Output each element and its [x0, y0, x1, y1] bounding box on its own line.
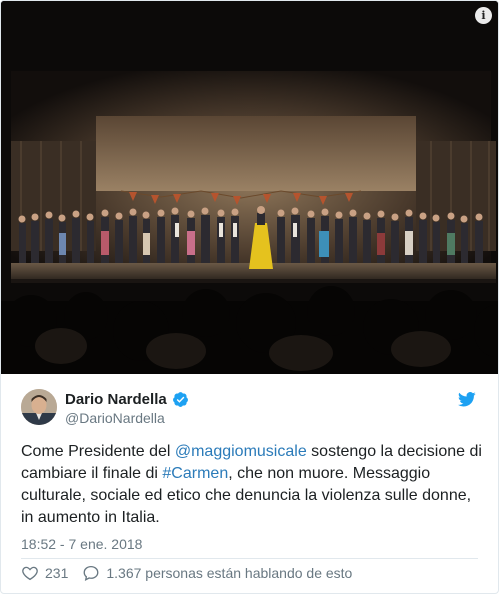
author-block: Dario Nardella @DarioNardella [65, 391, 189, 426]
tweet-photo[interactable]: i [1, 1, 498, 374]
conversation-button[interactable]: 1.367 personas están hablando de esto [82, 564, 352, 582]
mention-link[interactable]: @maggiomusicale [175, 443, 307, 460]
twitter-bird-icon[interactable] [458, 392, 476, 407]
divider [21, 558, 478, 559]
tweet-timestamp[interactable]: 18:52 - 7 ene. 2018 [21, 536, 142, 552]
tweet-text-part-1: Come Presidente del [21, 443, 175, 460]
like-count: 231 [45, 565, 69, 581]
tweet-header: Dario Nardella @DarioNardella [1, 374, 498, 432]
tweet-card: i Dario Nardella @DarioNardella Come Pre… [0, 0, 499, 594]
user-handle[interactable]: @DarioNardella [65, 410, 189, 426]
stage-curtain-call-image [1, 1, 498, 374]
conversation-text: 1.367 personas están hablando de esto [106, 565, 353, 581]
info-button[interactable]: i [475, 7, 492, 24]
avatar[interactable] [21, 389, 57, 425]
tweet-text: Come Presidente del @maggiomusicale sost… [21, 441, 483, 529]
heart-icon [22, 566, 38, 581]
info-icon: i [481, 9, 486, 22]
display-name[interactable]: Dario Nardella [65, 391, 167, 408]
like-button[interactable]: 231 [21, 564, 68, 582]
hashtag-link[interactable]: #Carmen [162, 465, 228, 482]
verified-badge-icon [172, 392, 188, 407]
tweet-actions: 231 1.367 personas están hablando de est… [21, 564, 352, 582]
speech-bubble-icon [83, 565, 99, 581]
avatar-image [21, 389, 57, 425]
